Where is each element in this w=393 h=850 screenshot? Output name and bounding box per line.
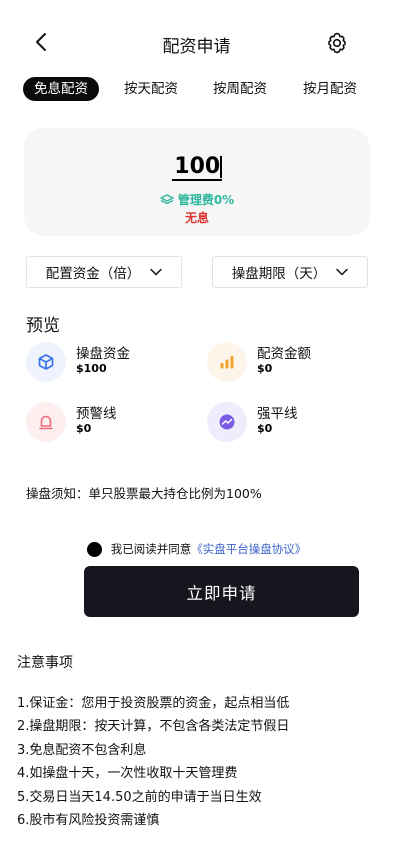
stat-label: 强平线 [257, 406, 298, 422]
header: 配资申请 [0, 0, 393, 86]
leverage-select[interactable]: 配置资金（倍） [26, 256, 182, 288]
agreement-radio[interactable] [86, 541, 102, 557]
stat-trading-capital: 操盘资金 $100 [26, 342, 196, 386]
note-item: 5.交易日当天14.50之前的申请于当日生效 [17, 789, 262, 805]
chevron-down-icon [336, 268, 348, 276]
stat-margin-amount: 配资金额 $0 [207, 342, 377, 386]
period-select-label: 操盘期限（天） [231, 266, 327, 282]
note-item: 1.保证金：您用于投资股票的资金，起点相当低 [17, 696, 290, 711]
stat-liquidation-line: 强平线 $0 [207, 402, 377, 446]
trend-icon [219, 414, 235, 430]
stat-value: $0 [76, 422, 92, 435]
leverage-select-label: 配置资金（倍） [45, 266, 141, 282]
settings-button[interactable] [325, 31, 349, 55]
tab-monthly[interactable]: 按月配资 [292, 77, 368, 101]
stat-warning-line: 预警线 $0 [26, 402, 196, 446]
stat-label: 配资金额 [257, 346, 311, 362]
note-item: 4.如操盘十天，一次性收取十天管理费 [17, 766, 238, 782]
note-item: 2.操盘期限：按天计算，不包含各类法定节假日 [17, 719, 290, 735]
trading-notice: 操盘须知：单只股票最大持仓比例为100% [26, 486, 262, 501]
gear-icon [328, 32, 346, 54]
amount-input[interactable]: 100 [24, 154, 370, 181]
preview-title: 预览 [26, 316, 60, 336]
stat-value: $0 [257, 362, 273, 375]
fee-line: 管理费0% [24, 191, 370, 208]
stat-icon-bg [207, 402, 247, 442]
interest-label: 无息 [184, 211, 209, 225]
stat-icon-bg [26, 402, 66, 442]
tab-daily[interactable]: 按天配资 [113, 77, 189, 101]
note-item: 3.免息配资不包含利息 [17, 742, 147, 758]
notes-list: 1.保证金：您用于投资股票的资金，起点相当低 2.操盘期限：按天计算，不包含各类… [17, 694, 289, 834]
text-caret [220, 156, 222, 178]
agreement-row: 我已阅读并同意 《实盘平台操盘协议》 [0, 540, 393, 558]
agreement-text: 我已阅读并同意 [110, 542, 192, 556]
note-item: 6.股市有风险投资需谨慎 [17, 812, 160, 828]
agreement-link[interactable]: 《实盘平台操盘协议》 [191, 541, 306, 557]
cube-icon [38, 354, 54, 370]
amount-value: 100 [172, 154, 223, 181]
stat-label: 操盘资金 [76, 346, 130, 362]
bell-icon [39, 415, 53, 430]
stat-icon-bg [26, 342, 66, 382]
layers-icon [160, 193, 174, 204]
notes-title: 注意事项 [17, 655, 73, 671]
stat-value: $0 [257, 422, 273, 435]
bar-chart-icon [220, 356, 234, 369]
tab-bar: 免息配资 按天配资 按周配资 按月配资 [0, 77, 393, 103]
chevron-down-icon [150, 268, 162, 276]
stat-icon-bg [207, 342, 247, 382]
stat-value: $100 [76, 362, 107, 375]
tab-weekly[interactable]: 按周配资 [202, 77, 278, 101]
stat-label: 预警线 [76, 406, 117, 422]
apply-button[interactable]: 立即申请 [84, 566, 359, 617]
period-select[interactable]: 操盘期限（天） [212, 256, 368, 288]
amount-card: 100 管理费0% 无息 [24, 128, 370, 236]
fee-label: 管理费0% [177, 193, 235, 207]
tab-interest-free[interactable]: 免息配资 [23, 77, 99, 101]
